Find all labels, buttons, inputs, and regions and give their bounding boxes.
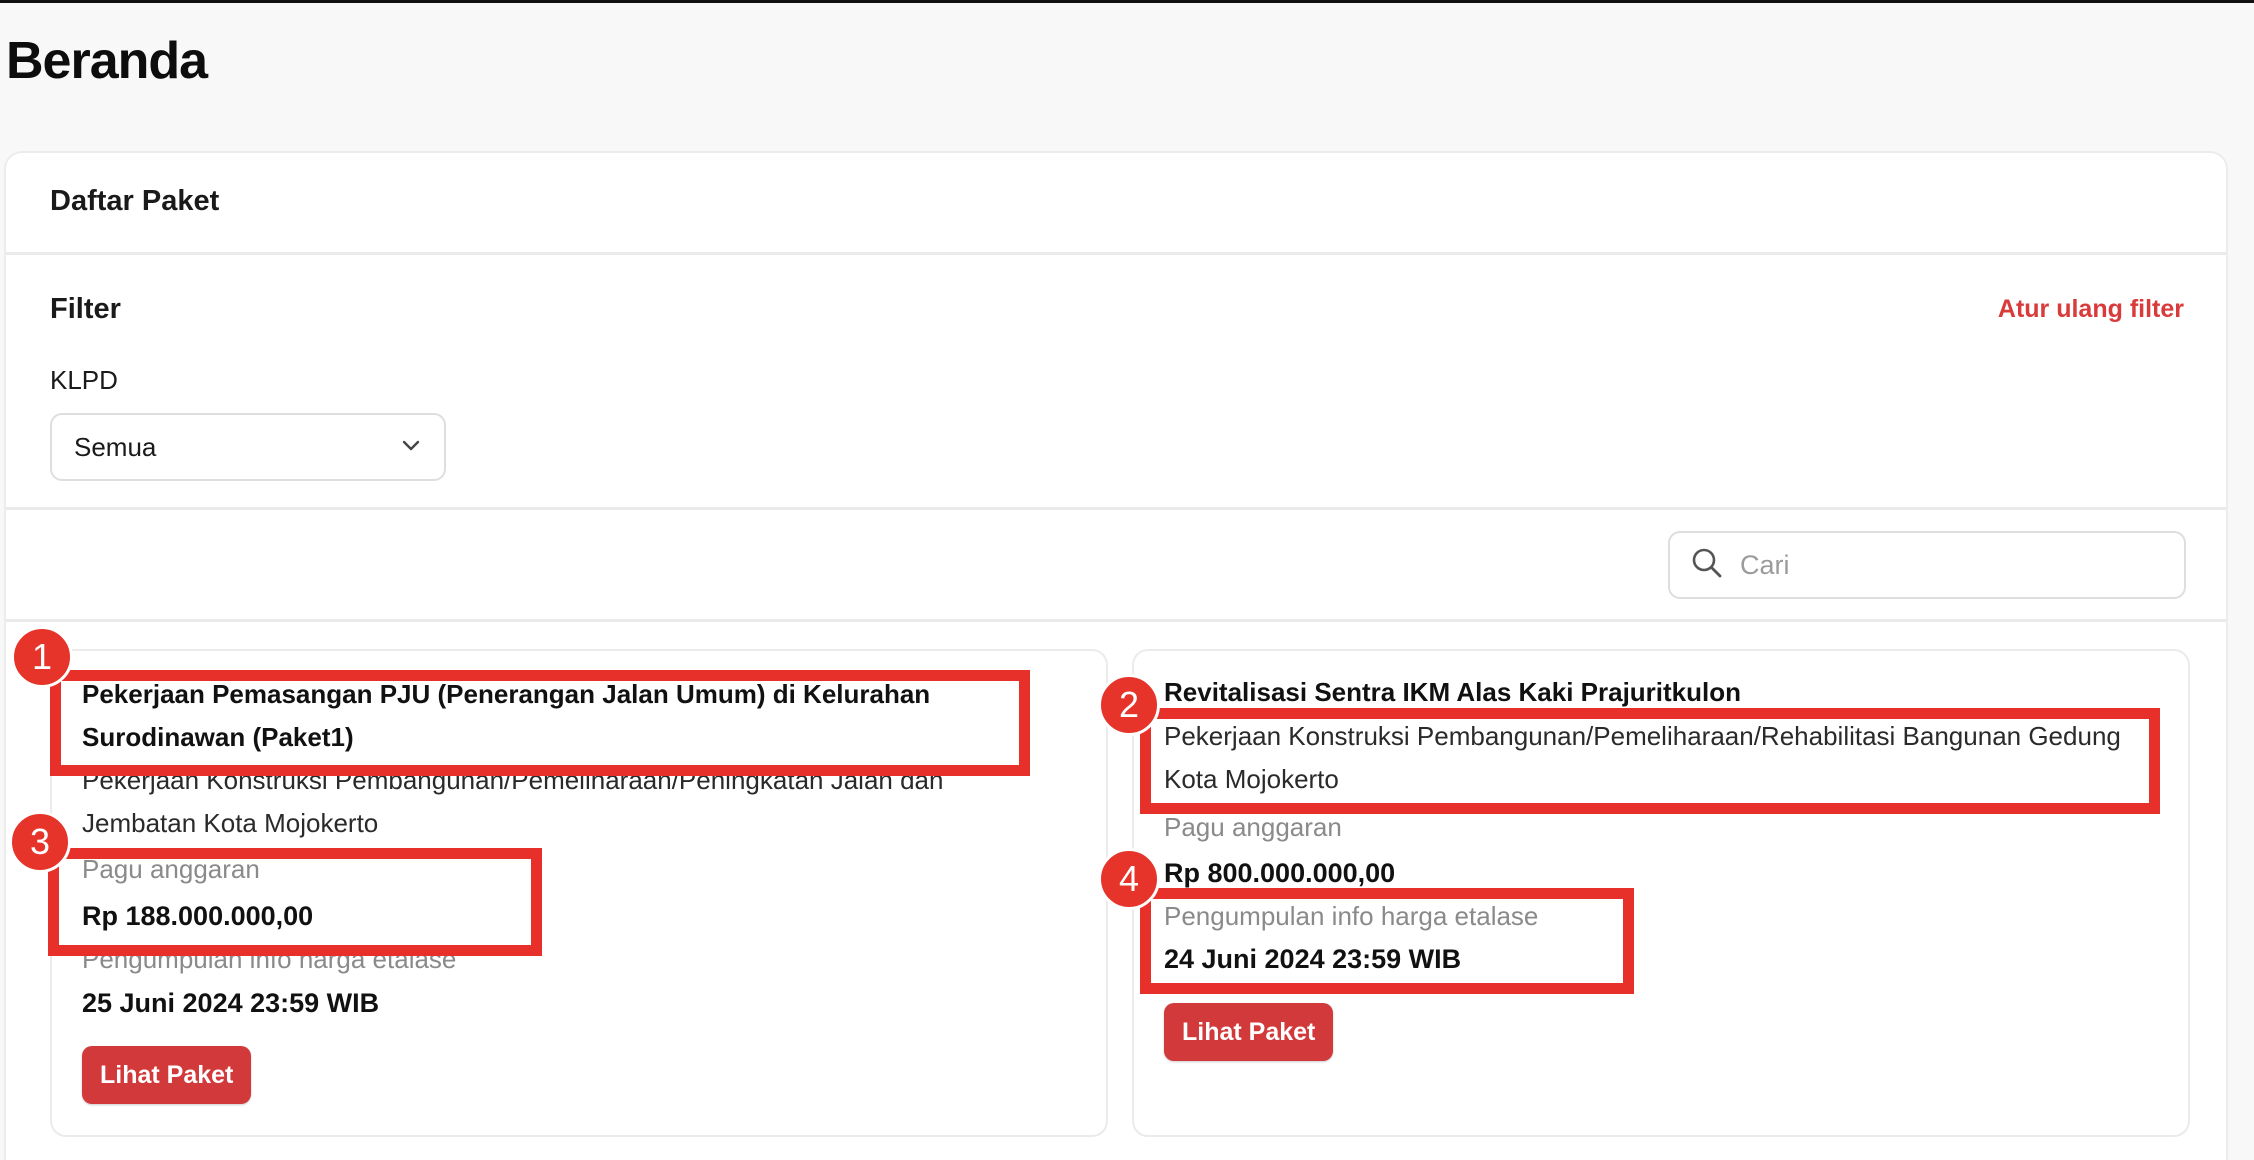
deadline-value: 24 Juni 2024 23:59 WIB	[1164, 944, 1462, 974]
budget-value: Rp 188.000.000,00	[82, 901, 314, 931]
package-title: Revitalisasi Sentra IKM Alas Kaki Prajur…	[1164, 677, 1742, 707]
annotation-badge-3: 3	[9, 811, 71, 873]
panel-header: Daftar Paket	[6, 153, 2226, 255]
panel-title: Daftar Paket	[50, 185, 220, 217]
view-package-button[interactable]: Lihat Paket	[82, 1046, 252, 1104]
filter-title: Filter	[50, 293, 121, 325]
budget-value: Rp 800.000.000,00	[1164, 858, 1396, 888]
search-divider	[6, 619, 2226, 622]
page-title: Beranda	[6, 32, 208, 90]
deadline-label: Pengumpulan info harga etalase	[82, 944, 457, 974]
klpd-label: KLPD	[50, 365, 118, 395]
deadline-value: 25 Juni 2024 23:59 WIB	[82, 988, 380, 1018]
filter-divider	[6, 507, 2226, 510]
search-input[interactable]	[1740, 549, 2164, 581]
deadline-label: Pengumpulan info harga etalase	[1164, 901, 1539, 931]
package-card: Revitalisasi Sentra IKM Alas Kaki Prajur…	[1132, 649, 2190, 1137]
package-title: Pekerjaan Pemasangan PJU (Penerangan Jal…	[82, 679, 931, 752]
annotation-badge-2: 2	[1098, 674, 1160, 736]
search-icon	[1690, 546, 1724, 585]
search-field[interactable]	[1668, 531, 2186, 599]
package-list-panel: Daftar Paket Filter Atur ulang filter KL…	[4, 151, 2228, 1160]
package-category: Pekerjaan Konstruksi Pembangunan/Pemelih…	[82, 765, 944, 838]
chevron-down-icon	[400, 434, 422, 461]
klpd-select-value: Semua	[74, 431, 157, 462]
annotation-badge-4: 4	[1098, 848, 1160, 910]
klpd-select[interactable]: Semua	[50, 413, 446, 481]
view-package-button[interactable]: Lihat Paket	[1164, 1003, 1334, 1061]
budget-label: Pagu anggaran	[1164, 812, 1342, 842]
package-category: Pekerjaan Konstruksi Pembangunan/Pemelih…	[1164, 721, 2121, 794]
annotation-badge-1: 1	[11, 626, 73, 688]
package-card: Pekerjaan Pemasangan PJU (Penerangan Jal…	[50, 649, 1108, 1137]
reset-filter-link[interactable]: Atur ulang filter	[1998, 295, 2184, 324]
budget-label: Pagu anggaran	[82, 854, 260, 884]
